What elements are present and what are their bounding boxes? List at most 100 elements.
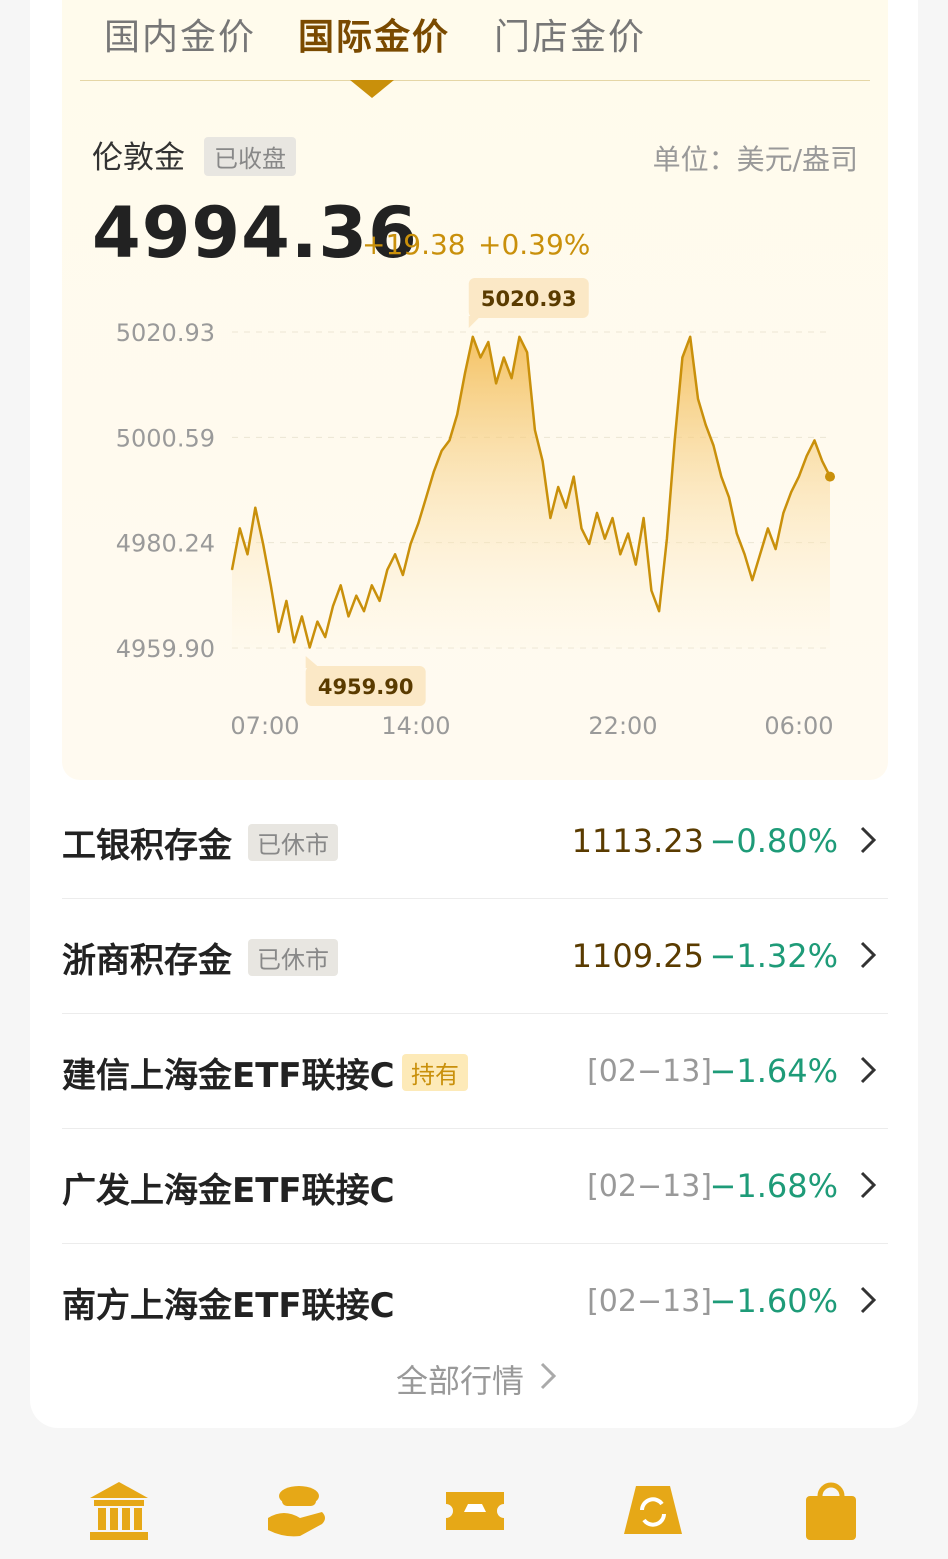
data-point — [767, 527, 769, 529]
data-point — [557, 486, 559, 488]
bottom-navigation — [0, 1468, 948, 1559]
data-point — [580, 527, 582, 529]
chevron-right-icon — [860, 1171, 877, 1199]
data-point — [612, 517, 614, 519]
price-unit: 单位：美元/盎司 — [652, 143, 858, 176]
chevron-right-icon — [860, 941, 877, 969]
gold-ticket-icon[interactable] — [442, 1478, 508, 1544]
product-change-percent: −1.64% — [709, 1052, 838, 1090]
y-tick-label: 4980.24 — [116, 530, 215, 558]
price-change-percent: +0.39% — [478, 228, 591, 261]
chevron-right-icon — [860, 826, 877, 854]
data-point — [239, 527, 241, 529]
chevron-right-icon — [860, 1286, 877, 1314]
data-point — [643, 517, 645, 519]
product-change-percent: −1.60% — [709, 1282, 838, 1320]
data-point — [681, 357, 683, 359]
data-point — [806, 455, 808, 457]
data-point — [821, 460, 823, 462]
data-point — [262, 543, 264, 545]
data-point — [347, 615, 349, 617]
x-tick-label: 07:00 — [230, 712, 299, 740]
data-point — [355, 595, 357, 597]
active-tab-indicator — [350, 80, 394, 98]
data-point — [254, 507, 256, 509]
product-name: 广发上海金ETF联接C — [62, 1171, 395, 1211]
data-point — [604, 538, 606, 540]
data-point — [278, 631, 280, 633]
data-point — [658, 610, 660, 612]
shopping-bag-icon[interactable] — [798, 1478, 864, 1544]
list-item[interactable]: 建信上海金ETF联接C 持有 [02−13] −1.64% — [62, 1014, 888, 1129]
data-point — [674, 439, 676, 441]
product-name: 建信上海金ETF联接C — [62, 1056, 395, 1096]
product-date: [02−13] — [587, 1169, 712, 1204]
product-name: 工银积存金 — [62, 826, 232, 866]
product-list: 工银积存金 已休市 1113.23 −0.80% 浙商积存金 已休市 1109.25 −1.3… — [62, 784, 888, 1358]
recycle-gold-icon[interactable] — [620, 1478, 686, 1544]
data-point — [728, 496, 730, 498]
data-point — [588, 543, 590, 545]
data-point — [534, 429, 536, 431]
data-point — [720, 476, 722, 478]
y-tick-label: 4959.90 — [116, 635, 215, 663]
tab-domestic-gold[interactable]: 国内金价 — [104, 8, 256, 60]
x-tick-label: 22:00 — [588, 712, 657, 740]
data-point — [744, 553, 746, 555]
product-name: 南方上海金ETF联接C — [62, 1286, 395, 1326]
data-point — [775, 548, 777, 550]
chevron-right-icon — [540, 1362, 557, 1390]
data-point — [526, 351, 528, 353]
list-item[interactable]: 工银积存金 已休市 1113.23 −0.80% — [62, 784, 888, 899]
data-point — [697, 398, 699, 400]
data-point — [363, 610, 365, 612]
data-point — [596, 512, 598, 514]
data-point — [650, 590, 652, 592]
data-point — [433, 470, 435, 472]
x-tick-label: 14:00 — [381, 712, 450, 740]
min-price-pointer — [305, 656, 320, 668]
tab-store-gold[interactable]: 门店金价 — [494, 8, 646, 60]
data-point — [285, 600, 287, 602]
data-point — [379, 600, 381, 602]
data-point — [309, 646, 311, 648]
product-date: [02−13] — [587, 1054, 712, 1089]
tab-international-gold[interactable]: 国际金价 — [298, 8, 450, 60]
data-point — [371, 584, 373, 586]
data-point — [782, 512, 784, 514]
data-point — [790, 491, 792, 493]
x-tick-label: 06:00 — [764, 712, 833, 740]
last-price-dot — [825, 471, 835, 482]
data-point — [332, 605, 334, 607]
list-item[interactable]: 浙商积存金 已休市 1109.25 −1.32% — [62, 899, 888, 1014]
data-point — [689, 336, 691, 338]
market-status-badge: 已收盘 — [204, 137, 296, 176]
data-point — [293, 641, 295, 643]
market-closed-badge: 已休市 — [248, 824, 338, 861]
max-price-label: 5020.93 — [481, 287, 577, 311]
holding-badge: 持有 — [402, 1054, 468, 1091]
gold-ingot-hand-icon[interactable] — [264, 1478, 330, 1544]
list-item[interactable]: 广发上海金ETF联接C [02−13] −1.68% — [62, 1129, 888, 1244]
product-price: 1113.23 — [571, 822, 704, 860]
data-point — [402, 574, 404, 576]
data-point — [270, 584, 272, 586]
data-point — [565, 507, 567, 509]
list-item[interactable]: 南方上海金ETF联接C [02−13] −1.60% — [62, 1244, 888, 1358]
product-price: 1109.25 — [571, 937, 704, 975]
data-point — [713, 445, 715, 447]
all-quotes-link[interactable]: 全部行情 — [396, 1356, 524, 1402]
y-tick-label: 5000.59 — [116, 424, 215, 452]
market-closed-badge: 已休市 — [248, 939, 338, 976]
chevron-right-icon — [860, 1056, 877, 1084]
data-point — [495, 382, 497, 384]
data-point — [518, 336, 520, 338]
data-point — [410, 543, 412, 545]
instrument-name: 伦敦金 — [92, 140, 185, 176]
data-point — [549, 517, 551, 519]
data-point — [324, 636, 326, 638]
data-point — [798, 476, 800, 478]
data-point — [487, 341, 489, 343]
bank-icon[interactable] — [86, 1478, 152, 1544]
data-point — [751, 579, 753, 581]
